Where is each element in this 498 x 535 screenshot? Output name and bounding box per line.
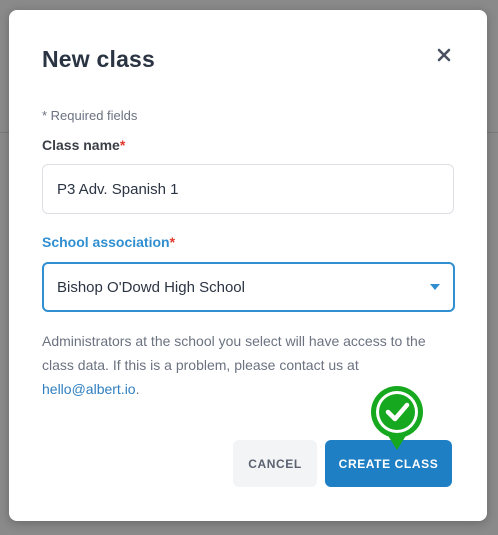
class-name-label-text: Class name bbox=[42, 137, 120, 153]
required-fields-note: * Required fields bbox=[42, 108, 138, 123]
dialog-title: New class bbox=[42, 46, 156, 72]
check-circle-icon bbox=[371, 386, 423, 450]
contact-email-link[interactable]: hello@albert.io bbox=[42, 381, 136, 397]
school-association-label: School association* bbox=[42, 234, 175, 250]
class-name-value: P3 Adv. Spanish 1 bbox=[57, 180, 179, 198]
chevron-down-icon bbox=[430, 284, 440, 290]
cancel-button[interactable]: CANCEL bbox=[233, 440, 317, 487]
help-text-period: . bbox=[135, 381, 140, 397]
required-asterisk: * bbox=[169, 234, 176, 250]
class-name-label: Class name* bbox=[42, 137, 125, 153]
close-icon bbox=[437, 48, 451, 62]
school-association-value: Bishop O'Dowd High School bbox=[57, 278, 245, 296]
new-class-dialog: New class * Required fields Class name* … bbox=[9, 10, 487, 521]
help-text-body: Administrators at the school you select … bbox=[42, 333, 426, 373]
class-name-input[interactable]: P3 Adv. Spanish 1 bbox=[42, 164, 454, 214]
required-asterisk: * bbox=[119, 137, 126, 153]
school-association-label-text: School association bbox=[42, 234, 170, 250]
close-button[interactable] bbox=[432, 43, 456, 67]
school-association-select[interactable]: Bishop O'Dowd High School bbox=[42, 262, 455, 312]
